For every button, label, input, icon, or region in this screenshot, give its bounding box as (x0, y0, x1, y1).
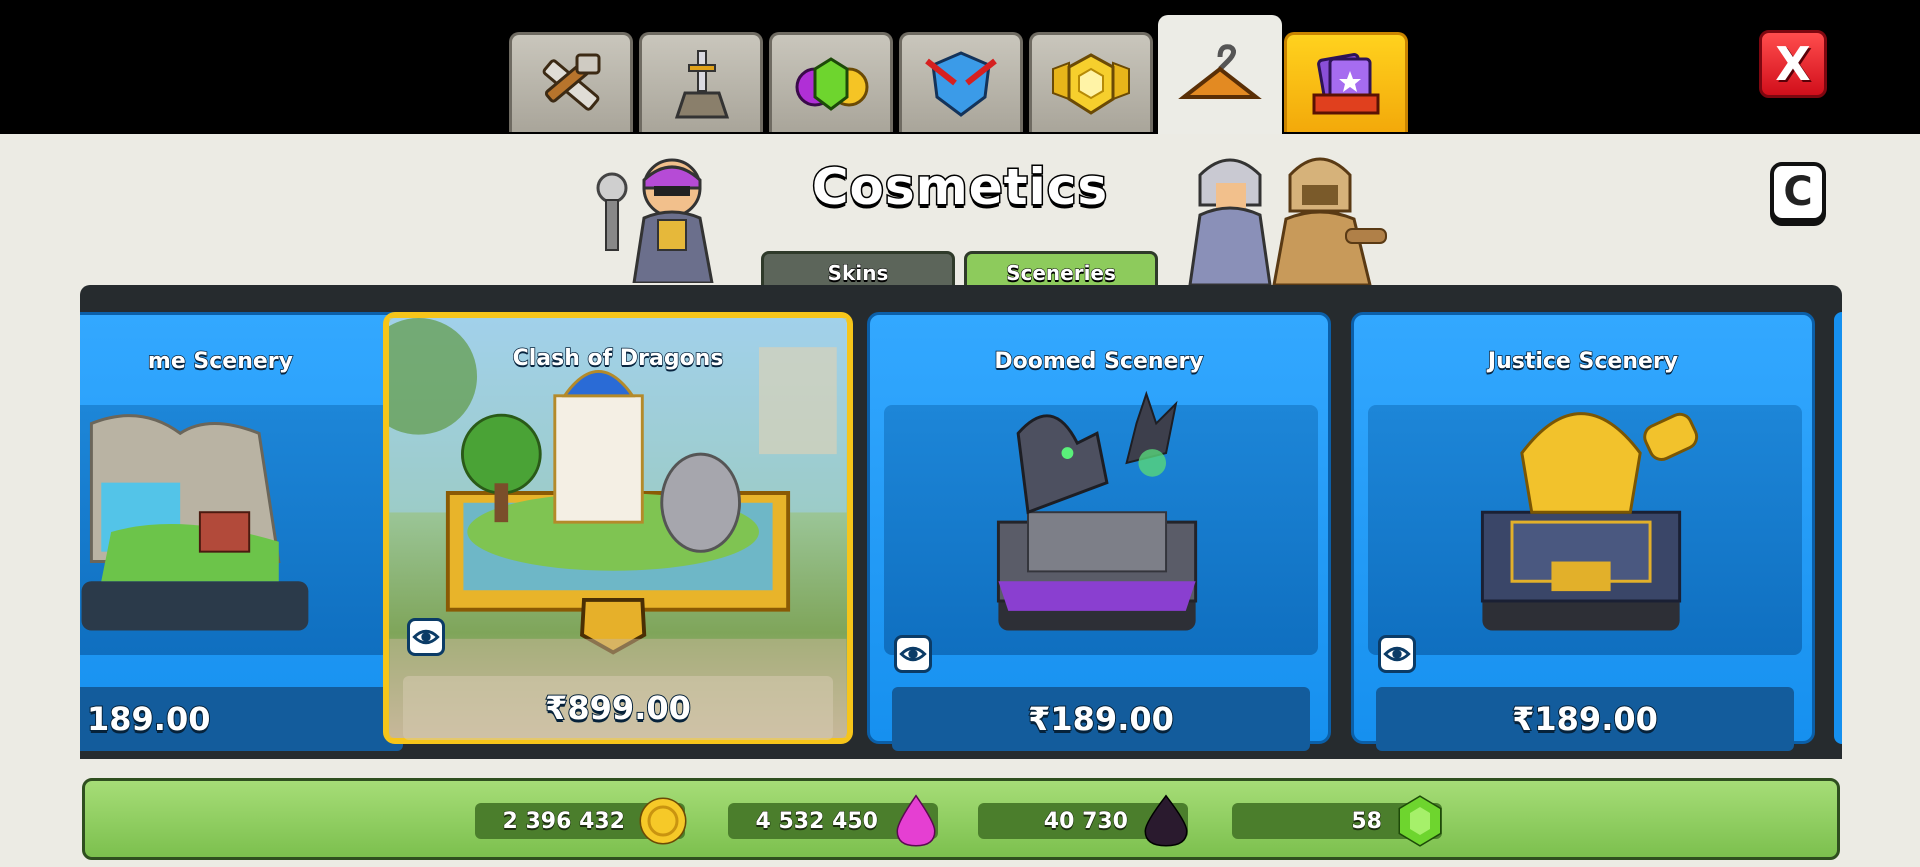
close-button[interactable]: X (1759, 30, 1827, 98)
preview-eye-button[interactable] (407, 618, 445, 656)
scenery-card-partial[interactable]: me Scenery 189.00 (80, 312, 424, 751)
dark-elixir-drop-icon (1144, 794, 1188, 847)
gold-coin-icon (639, 797, 687, 845)
tab-gold-pass[interactable] (1029, 32, 1153, 132)
gold-value: 2 396 432 (502, 808, 625, 834)
gems-value: 58 (1351, 808, 1383, 834)
scenery-preview-image (81, 414, 309, 631)
gold-hexagon-badge-icon (1052, 52, 1130, 115)
sword-pedestal-icon (674, 49, 730, 118)
tab-army[interactable] (899, 32, 1023, 132)
scenery-price: ₹189.00 (892, 687, 1310, 751)
scenery-preview-image (389, 318, 847, 738)
warrior-characters-art (1188, 157, 1387, 285)
scenery-price: ₹189.00 (1376, 687, 1794, 751)
scenery-price: 189.00 (80, 687, 403, 751)
scenery-card-next-edge[interactable] (1834, 312, 1842, 744)
tab-builder[interactable] (509, 32, 633, 132)
card-pack-icon (1312, 52, 1380, 114)
scenery-preview-image (996, 390, 1198, 631)
resource-bar: 2 396 432 4 532 450 40 730 58 (82, 778, 1840, 860)
dark-elixir-value: 40 730 (1043, 808, 1128, 834)
tab-special-offers[interactable] (1284, 32, 1408, 132)
preview-eye-button[interactable] (1378, 635, 1416, 673)
gem-coin-icon (795, 56, 869, 111)
eye-icon (412, 629, 440, 645)
elixir-amount: 4 532 450 (728, 794, 938, 847)
page-title: Cosmetics (810, 157, 1109, 218)
eye-icon (899, 646, 927, 662)
elixir-drop-icon (896, 794, 936, 847)
creator-code-button[interactable]: C (1770, 162, 1826, 222)
elixir-value: 4 532 450 (755, 808, 878, 834)
shield-arrows-icon (925, 50, 997, 117)
bard-character-art (596, 158, 714, 283)
scenery-card-justice[interactable]: Justice Scenery ₹189.00 (1351, 312, 1815, 751)
eye-icon (1383, 646, 1411, 662)
scenery-preview-image (1480, 412, 1699, 631)
top-tab-bar: X (0, 0, 1920, 134)
scenery-name: Clash of Dragons (512, 345, 724, 372)
scenery-price: ₹899.00 (403, 676, 833, 740)
scenery-carousel[interactable]: me Scenery 189.00 Clash of Dragons ₹899.… (80, 285, 1842, 759)
scenery-card-doomed[interactable]: Doomed Scenery ₹189.00 (867, 312, 1331, 751)
dark-elixir-amount: 40 730 (978, 794, 1188, 847)
gem-icon (1398, 795, 1442, 847)
gems-amount: 58 (1232, 795, 1442, 847)
preview-eye-button[interactable] (894, 635, 932, 673)
tab-cosmetics[interactable] (1158, 15, 1282, 134)
hanger-icon (1178, 44, 1262, 99)
gold-amount: 2 396 432 (475, 797, 687, 845)
scenery-card-clash-of-dragons[interactable]: Clash of Dragons ₹899.00 (383, 312, 853, 744)
tab-defense[interactable] (639, 32, 763, 132)
hammer-saw-icon (542, 53, 601, 111)
tab-resources[interactable] (769, 32, 893, 132)
